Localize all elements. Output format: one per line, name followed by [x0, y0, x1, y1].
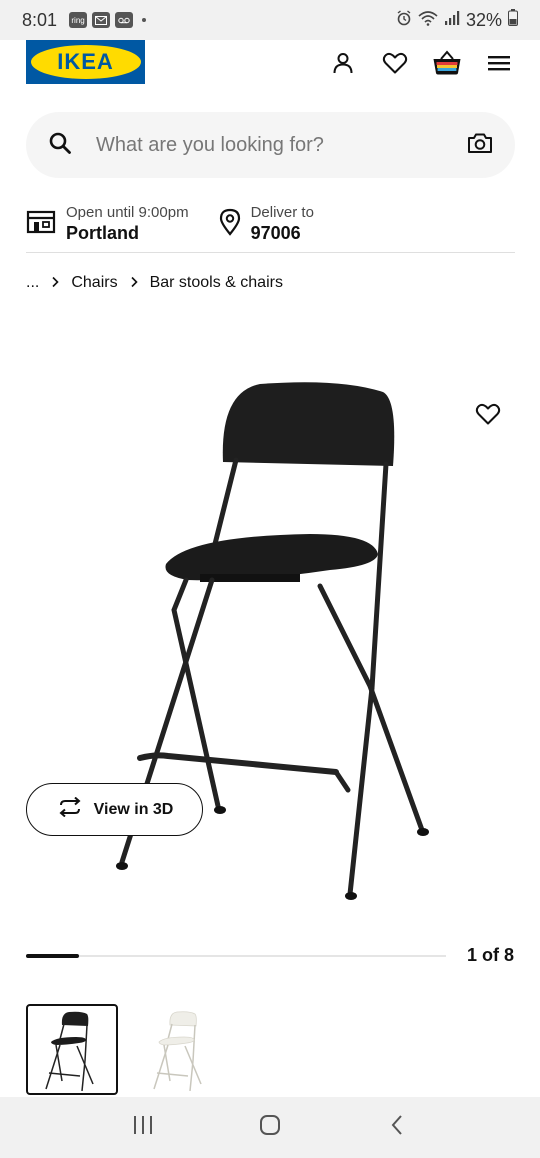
battery-icon — [508, 9, 518, 31]
alarm-icon — [396, 9, 412, 31]
search-input[interactable] — [96, 133, 467, 157]
store-text: Open until 9:00pm Portland — [66, 204, 189, 244]
image-progress-track — [26, 954, 446, 958]
basket-icon[interactable] — [432, 48, 462, 78]
location-pin-icon — [219, 208, 241, 241]
logo-oval: IKEA — [30, 45, 141, 79]
recent-apps-icon — [132, 1115, 154, 1140]
store-hours: Open until 9:00pm — [66, 204, 189, 221]
image-progress-fill — [26, 954, 79, 958]
signal-icon — [444, 10, 460, 31]
home-button[interactable] — [250, 1108, 290, 1148]
status-time: 8:01 — [22, 9, 58, 30]
delivery-text: Deliver to 97006 — [251, 204, 314, 244]
rotate-3d-icon — [56, 796, 84, 822]
status-right: 32% — [396, 0, 518, 40]
breadcrumb-chairs[interactable]: Chairs — [71, 274, 117, 292]
heart-icon — [475, 402, 501, 431]
system-nav-bar — [0, 1097, 540, 1158]
ikea-logo[interactable]: IKEA — [26, 40, 145, 84]
view-in-3d-button[interactable]: View in 3D — [26, 783, 203, 836]
delivery-selector[interactable]: Deliver to 97006 — [219, 196, 314, 252]
deliver-label: Deliver to — [250, 204, 314, 221]
more-notifications-dot — [142, 18, 147, 22]
home-icon — [259, 1114, 281, 1141]
camera-icon[interactable] — [467, 132, 493, 159]
header: IKEA — [0, 40, 540, 92]
status-bar: 8:01 ring 32% — [0, 0, 540, 40]
search-icon[interactable] — [48, 131, 72, 160]
store-icon — [26, 209, 56, 240]
back-icon — [390, 1114, 404, 1141]
ring-icon: ring — [69, 12, 88, 28]
view-in-3d-label: View in 3D — [93, 800, 174, 818]
chevron-right-icon — [130, 275, 138, 291]
breadcrumb-bar-stools[interactable]: Bar stools & chairs — [150, 274, 283, 292]
thumbnail-black-chair[interactable] — [26, 1004, 118, 1095]
search-bar[interactable] — [26, 112, 515, 178]
wifi-icon — [418, 10, 438, 31]
voicemail-icon — [115, 12, 134, 28]
zip-code: 97006 — [250, 223, 301, 243]
store-row: Open until 9:00pm Portland Deliver to 97… — [26, 196, 515, 253]
image-counter: 1 of 8 — [466, 945, 514, 965]
logo-text: IKEA — [57, 49, 114, 74]
chevron-right-icon — [51, 275, 59, 291]
thumbnail-white-chair[interactable] — [134, 1004, 226, 1095]
store-name: Portland — [66, 223, 140, 243]
account-icon[interactable] — [328, 48, 358, 78]
breadcrumb: ... Chairs Bar stools & chairs — [26, 274, 283, 292]
heart-icon[interactable] — [380, 48, 410, 78]
notification-icons: ring — [69, 12, 147, 28]
battery-percent: 32% — [465, 9, 502, 30]
thumbnail-strip — [26, 1004, 226, 1095]
store-selector[interactable]: Open until 9:00pm Portland — [26, 196, 189, 252]
favorite-button[interactable] — [470, 398, 506, 434]
mail-icon — [92, 12, 111, 28]
recent-apps-button[interactable] — [123, 1108, 163, 1148]
menu-icon[interactable] — [484, 48, 514, 78]
breadcrumb-ellipsis[interactable]: ... — [26, 274, 39, 292]
header-icons — [328, 48, 514, 78]
back-button[interactable] — [377, 1108, 417, 1148]
